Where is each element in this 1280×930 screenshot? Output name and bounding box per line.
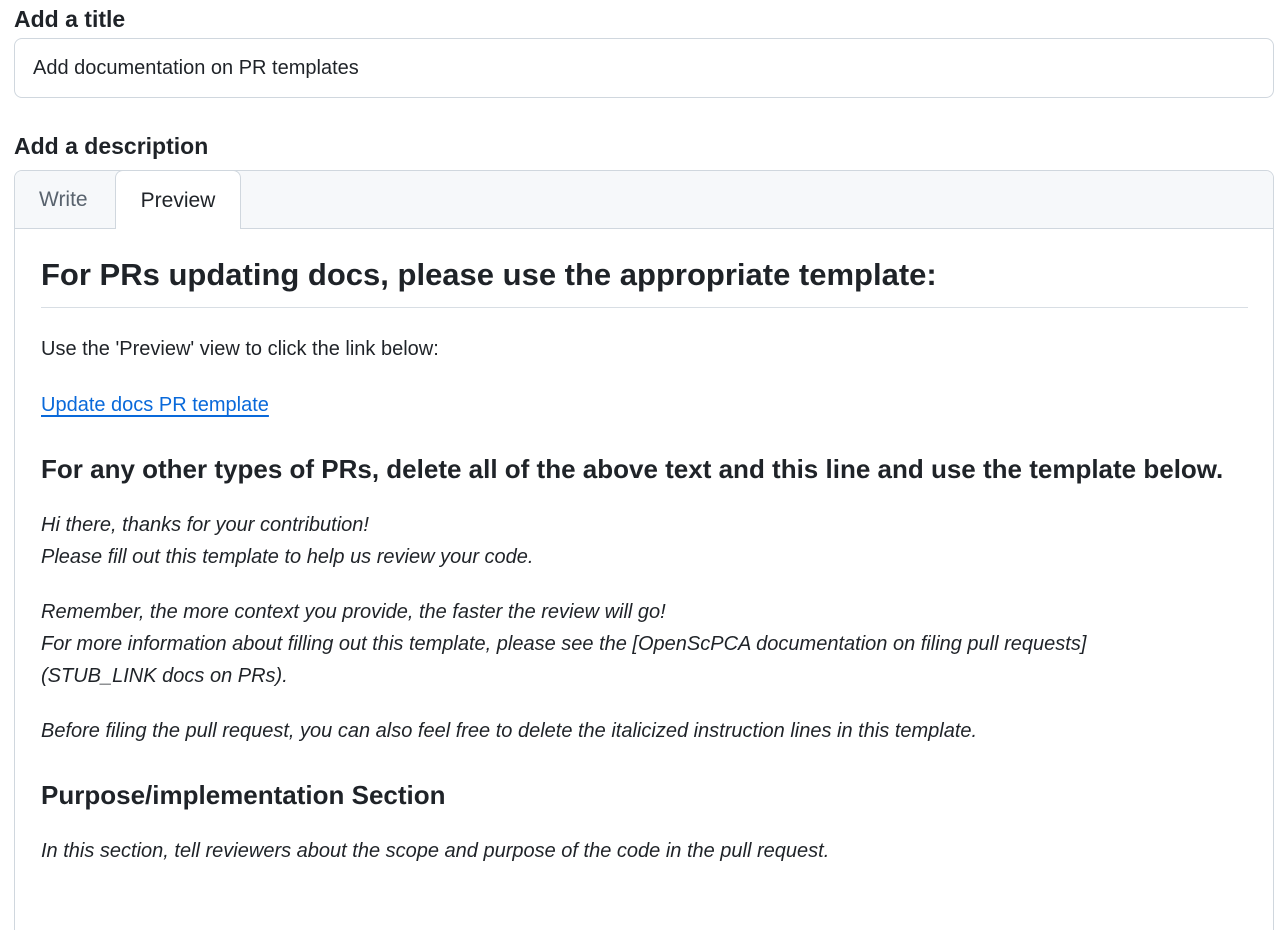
instruction-line: For more information about filling out t… (41, 633, 1087, 655)
tab-write[interactable]: Write (15, 171, 112, 229)
instruction-line: Hi there, thanks for your contribution! (41, 514, 369, 536)
description-editor: Write Preview For PRs updating docs, ple… (14, 170, 1274, 930)
preview-link-row: Update docs PR template (41, 389, 1248, 421)
instruction-block-intro: Hi there, thanks for your contribution! … (41, 509, 1248, 573)
preview-heading-other: For any other types of PRs, delete all o… (41, 454, 1224, 484)
pr-form: Add a title Add a description Write Prev… (14, 0, 1274, 930)
preview-body: For PRs updating docs, please use the ap… (15, 229, 1273, 867)
title-input[interactable] (14, 38, 1274, 98)
editor-tabbar: Write Preview (15, 171, 1273, 229)
instruction-line: Please fill out this template to help us… (41, 546, 534, 568)
instruction-line: Remember, the more context you provide, … (41, 601, 666, 623)
instruction-block-purpose: In this section, tell reviewers about th… (41, 840, 830, 862)
title-label: Add a title (14, 6, 126, 32)
preview-heading-docs: For PRs updating docs, please use the ap… (41, 255, 1248, 308)
instruction-block-delete: Before filing the pull request, you can … (41, 720, 978, 742)
description-label: Add a description (14, 133, 209, 159)
preview-intro: Use the 'Preview' view to click the link… (41, 338, 439, 360)
preview-heading-purpose: Purpose/implementation Section (41, 780, 446, 810)
instruction-block-context: Remember, the more context you provide, … (41, 596, 1248, 692)
update-docs-template-link[interactable]: Update docs PR template (41, 394, 269, 416)
tab-preview[interactable]: Preview (115, 171, 241, 229)
instruction-line: (STUB_LINK docs on PRs). (41, 665, 288, 687)
